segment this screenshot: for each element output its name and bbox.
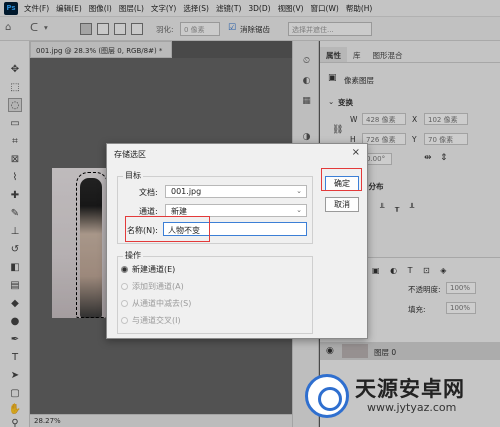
highlight-box-name <box>125 216 210 242</box>
watermark: 天源安卓网 www.jytyaz.com <box>305 370 495 425</box>
op-subtract-channel: 从通道中减去(S) <box>121 298 191 309</box>
save-selection-dialog: 存储选区 × 目标 文档: 001.jpg ⌄ 通道: 新建 ⌄ 名称(N): … <box>106 143 368 339</box>
op-intersect-channel: 与通道交叉(I) <box>121 315 181 326</box>
radio-icon <box>121 283 128 290</box>
dialog-title: 存储选区 <box>114 150 146 159</box>
document-select[interactable]: 001.jpg ⌄ <box>165 185 307 198</box>
target-group-label: 目标 <box>123 170 143 181</box>
radio-checked-icon <box>121 266 128 273</box>
op-intersect-channel-label: 与通道交叉(I) <box>132 316 181 325</box>
chevron-down-icon: ⌄ <box>296 187 302 195</box>
radio-icon <box>121 300 128 307</box>
cancel-button[interactable]: 取消 <box>325 197 359 212</box>
op-new-channel[interactable]: 新建通道(E) <box>121 264 175 275</box>
radio-icon <box>121 317 128 324</box>
chevron-down-icon: ⌄ <box>296 206 302 214</box>
document-label: 文档: <box>139 188 158 197</box>
op-new-channel-label: 新建通道(E) <box>132 265 176 274</box>
channel-value: 新建 <box>171 207 187 216</box>
op-add-channel: 添加到通道(A) <box>121 281 184 292</box>
document-value: 001.jpg <box>171 187 202 196</box>
highlight-box-ok <box>321 168 362 191</box>
watermark-logo-icon <box>305 374 349 418</box>
operation-group-label: 操作 <box>123 250 143 261</box>
close-icon[interactable]: × <box>352 147 360 158</box>
watermark-name: 天源安卓网 <box>355 377 465 401</box>
watermark-url: www.jytyaz.com <box>367 401 457 414</box>
op-subtract-channel-label: 从通道中减去(S) <box>132 299 192 308</box>
op-add-channel-label: 添加到通道(A) <box>132 282 184 291</box>
